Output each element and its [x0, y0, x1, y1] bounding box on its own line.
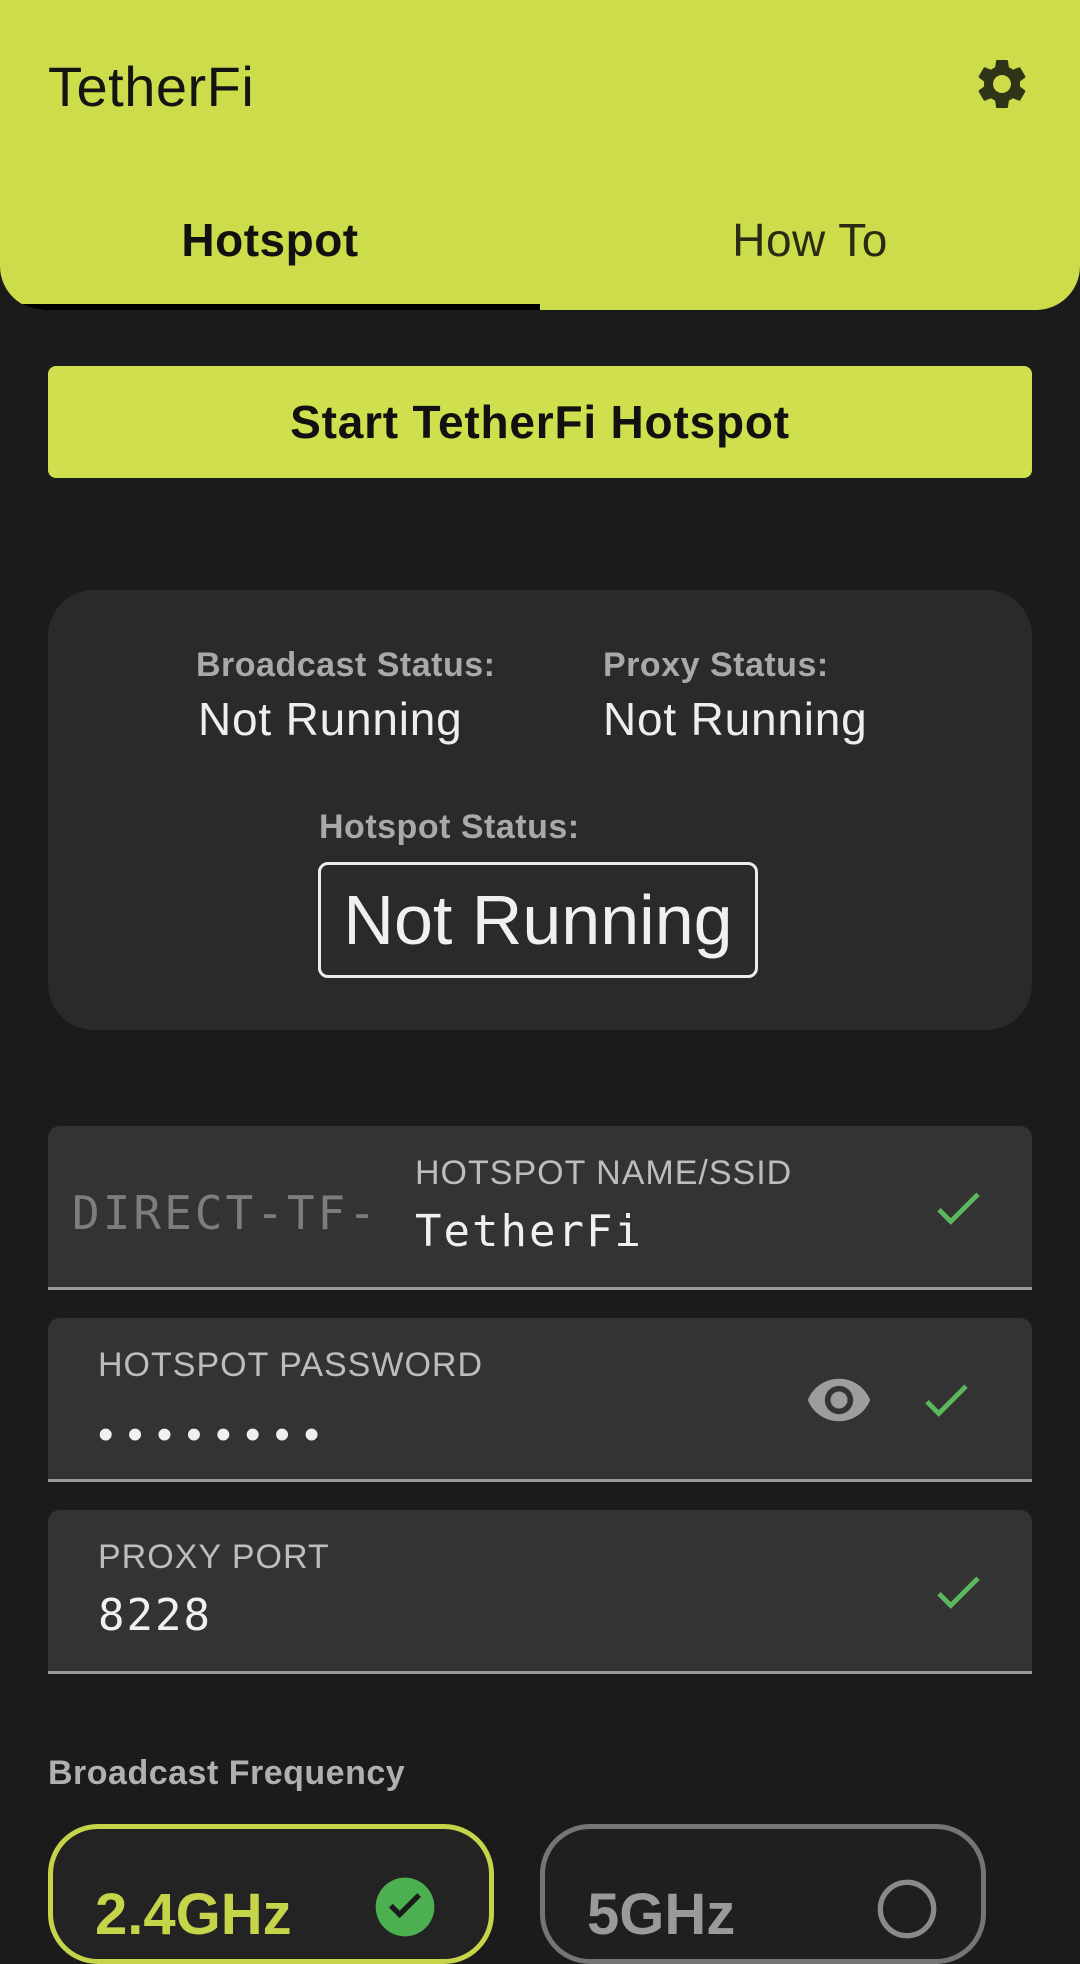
frequency-option-2-4ghz[interactable]: 2.4GHz	[48, 1824, 494, 1964]
start-hotspot-button[interactable]: Start TetherFi Hotspot	[48, 366, 1032, 478]
ssid-field[interactable]: DIRECT-TF- HOTSPOT NAME/SSID TetherFi	[48, 1126, 1032, 1290]
proxy-status-label: Proxy Status:	[603, 646, 829, 684]
broadcast-status-label: Broadcast Status:	[196, 646, 496, 684]
password-label: HOTSPOT PASSWORD	[98, 1346, 484, 1384]
proxy-port-field[interactable]: PROXY PORT 8228	[48, 1510, 1032, 1674]
password-field[interactable]: HOTSPOT PASSWORD ••••••••	[48, 1318, 1032, 1482]
check-circle-icon	[373, 1875, 437, 1939]
ssid-label: HOTSPOT NAME/SSID	[415, 1154, 793, 1192]
ssid-prefix: DIRECT-TF-	[72, 1186, 379, 1240]
proxy-status-value: Not Running	[603, 693, 868, 745]
check-icon	[926, 1564, 990, 1620]
frequency-label-2-4ghz: 2.4GHz	[95, 1882, 292, 1947]
status-card: Broadcast Status: Not Running Proxy Stat…	[48, 590, 1032, 1030]
app-title: TetherFi	[48, 55, 255, 118]
hotspot-status-value: Not Running	[318, 862, 758, 978]
tab-indicator	[0, 304, 540, 310]
tab-how-to[interactable]: How To	[540, 195, 1080, 285]
settings-button[interactable]	[972, 54, 1032, 114]
radio-unchecked-icon	[875, 1877, 939, 1941]
eye-icon[interactable]	[804, 1370, 874, 1430]
broadcast-frequency-label: Broadcast Frequency	[48, 1754, 406, 1792]
app-header: TetherFi Hotspot How To	[0, 0, 1080, 310]
frequency-option-5ghz[interactable]: 5GHz	[540, 1824, 986, 1964]
ssid-input[interactable]: TetherFi	[415, 1206, 643, 1257]
gear-icon	[978, 59, 1026, 108]
proxy-port-input[interactable]: 8228	[98, 1590, 212, 1641]
broadcast-status-value: Not Running	[198, 693, 463, 745]
frequency-label-5ghz: 5GHz	[587, 1882, 736, 1947]
check-icon	[926, 1180, 990, 1236]
check-icon	[914, 1372, 978, 1428]
hotspot-status-label: Hotspot Status:	[319, 808, 580, 846]
tab-hotspot[interactable]: Hotspot	[0, 195, 540, 285]
proxy-port-label: PROXY PORT	[98, 1538, 330, 1576]
password-input[interactable]: ••••••••	[98, 1410, 333, 1460]
